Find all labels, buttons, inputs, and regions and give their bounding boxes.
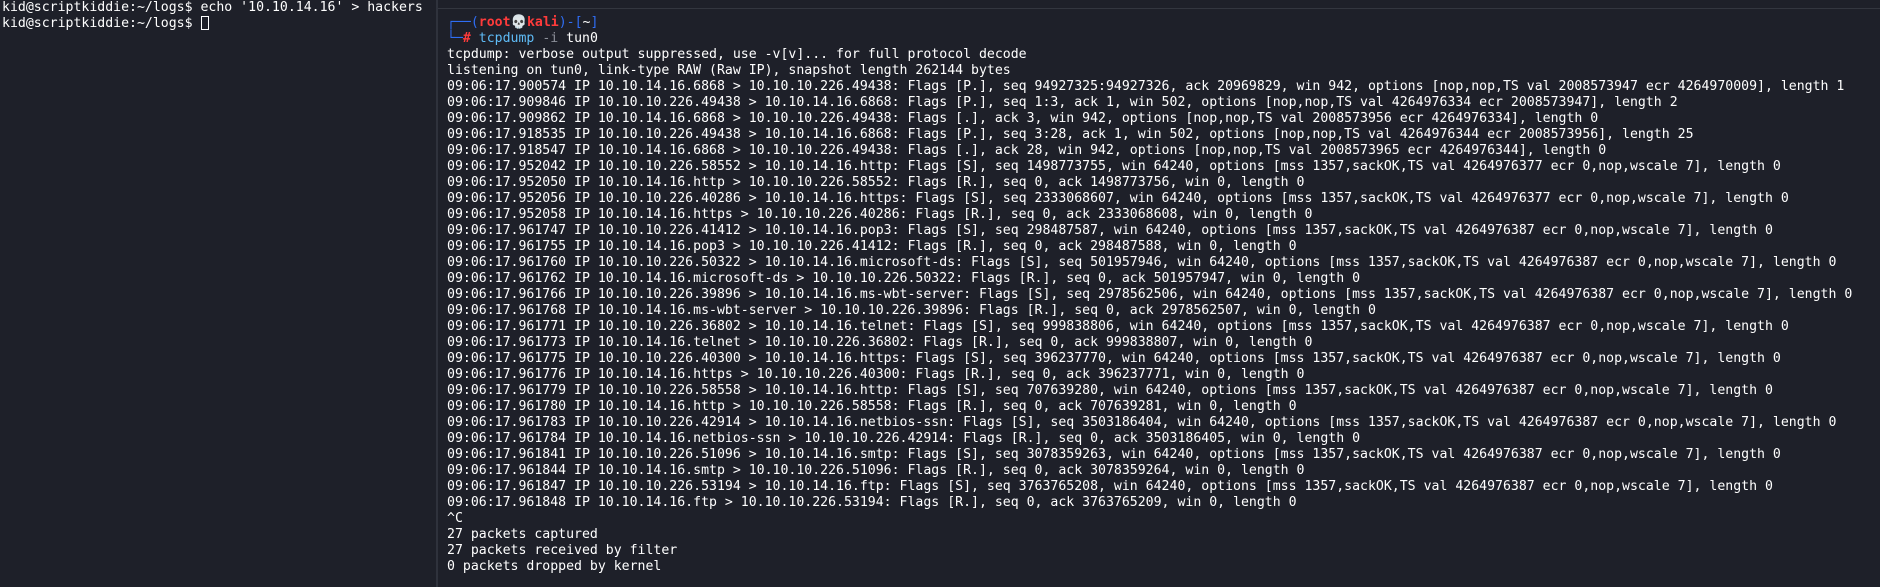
output-line: tcpdump: verbose output suppressed, use … xyxy=(447,47,1027,62)
prompt-frame: └─ xyxy=(447,31,463,46)
output-line: 09:06:17.961773 IP 10.10.14.16.telnet > … xyxy=(447,335,1313,350)
output-line: 09:06:17.961747 IP 10.10.10.226.41412 > … xyxy=(447,223,1773,238)
terminal-line: kid@scriptkiddie:~/logs$ xyxy=(2,16,201,31)
prompt-host: kali xyxy=(526,15,559,30)
output-line: 09:06:17.961848 IP 10.10.14.16.ftp > 10.… xyxy=(447,495,1297,510)
terminal-prompt-line[interactable]: kid@scriptkiddie:~/logs$ xyxy=(2,16,436,32)
prompt-command-line: └─# tcpdump -i tun0 xyxy=(447,31,1880,47)
output-line: 09:06:17.909846 IP 10.10.10.226.49438 > … xyxy=(447,95,1678,110)
terminal-output: tcpdump: verbose output suppressed, use … xyxy=(447,47,1880,575)
output-line: 09:06:17.961771 IP 10.10.10.226.36802 > … xyxy=(447,319,1789,334)
prompt-frame: ┌──( xyxy=(447,15,479,30)
output-line: 09:06:17.961775 IP 10.10.10.226.40300 > … xyxy=(447,351,1781,366)
prompt-header-line: ┌──(root💀kali)-[~] xyxy=(447,15,1880,31)
output-line: 09:06:17.918535 IP 10.10.10.226.49438 > … xyxy=(447,127,1694,142)
command-name: tcpdump xyxy=(478,31,535,46)
right-terminal-pane[interactable]: ┌──(root💀kali)-[~] └─# tcpdump -i tun0 t… xyxy=(438,0,1880,587)
output-line: 09:06:17.961841 IP 10.10.10.226.51096 > … xyxy=(447,447,1781,462)
output-line: 09:06:17.961779 IP 10.10.10.226.58558 > … xyxy=(447,383,1773,398)
output-line: ^C xyxy=(447,511,463,526)
prompt-directory: ~ xyxy=(582,15,591,30)
terminal-line: kid@scriptkiddie:~/logs$ echo '10.10.14.… xyxy=(2,0,423,15)
command-argument: tun0 xyxy=(566,31,598,46)
output-line: 09:06:17.961762 IP 10.10.14.16.microsoft… xyxy=(447,271,1361,286)
output-line: listening on tun0, link-type RAW (Raw IP… xyxy=(447,63,1011,78)
output-line: 27 packets captured xyxy=(447,527,598,542)
output-line: 09:06:17.909862 IP 10.10.14.16.6868 > 10… xyxy=(447,111,1599,126)
output-line: 09:06:17.961760 IP 10.10.10.226.50322 > … xyxy=(447,255,1837,270)
text-cursor xyxy=(200,16,209,30)
output-line: 09:06:17.952056 IP 10.10.10.226.40286 > … xyxy=(447,191,1789,206)
prompt-hash: # xyxy=(462,31,471,46)
output-line: 09:06:17.952042 IP 10.10.10.226.58552 > … xyxy=(447,159,1781,174)
output-line: 09:06:17.961783 IP 10.10.10.226.42914 > … xyxy=(447,415,1837,430)
output-line: 27 packets received by filter xyxy=(447,543,678,558)
pane-top-border xyxy=(438,0,1880,9)
command-option: -i xyxy=(542,31,559,46)
skull-icon: 💀 xyxy=(510,15,527,30)
output-line: 09:06:17.952050 IP 10.10.14.16.http > 10… xyxy=(447,175,1305,190)
output-line: 09:06:17.961766 IP 10.10.10.226.39896 > … xyxy=(447,287,1853,302)
output-line: 09:06:17.952058 IP 10.10.14.16.https > 1… xyxy=(447,207,1313,222)
output-line: 09:06:17.961844 IP 10.10.14.16.smtp > 10… xyxy=(447,463,1305,478)
output-line: 0 packets dropped by kernel xyxy=(447,559,662,574)
output-line: 09:06:17.961780 IP 10.10.14.16.http > 10… xyxy=(447,399,1297,414)
prompt-user: root xyxy=(478,15,511,30)
output-line: 09:06:17.961784 IP 10.10.14.16.netbios-s… xyxy=(447,431,1361,446)
output-line: 09:06:17.961847 IP 10.10.10.226.53194 > … xyxy=(447,479,1773,494)
output-line: 09:06:17.961768 IP 10.10.14.16.ms-wbt-se… xyxy=(447,303,1376,318)
output-line: 09:06:17.961755 IP 10.10.14.16.pop3 > 10… xyxy=(447,239,1297,254)
output-line: 09:06:17.918547 IP 10.10.14.16.6868 > 10… xyxy=(447,143,1607,158)
prompt-frame: ] xyxy=(590,15,599,30)
output-line: 09:06:17.900574 IP 10.10.14.16.6868 > 10… xyxy=(447,79,1845,94)
output-line: 09:06:17.961776 IP 10.10.14.16.https > 1… xyxy=(447,367,1305,382)
prompt-frame: )-[ xyxy=(558,15,583,30)
left-terminal-pane[interactable]: kid@scriptkiddie:~/logs$ echo '10.10.14.… xyxy=(0,0,436,587)
